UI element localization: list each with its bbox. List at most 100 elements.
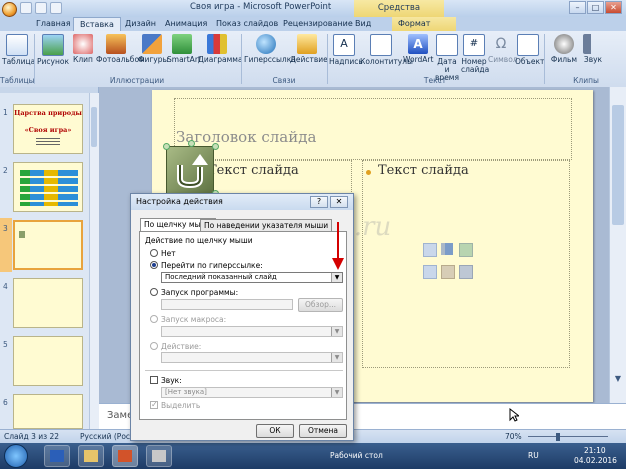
insert-textbox-button[interactable]: A Надпись — [329, 34, 363, 66]
tab-view[interactable]: Вид — [349, 17, 377, 31]
redo-icon[interactable] — [50, 2, 62, 14]
save-icon[interactable] — [20, 2, 32, 14]
slide-thumbnail-5[interactable] — [13, 336, 83, 386]
zoom-slider-thumb[interactable] — [556, 433, 560, 441]
smartart-icon — [172, 34, 192, 54]
slide-thumbnail-1[interactable]: Царства природы «Своя игра» — [13, 104, 83, 154]
object-action-select[interactable]: ▼ — [161, 352, 343, 363]
insert-chart-icon[interactable] — [441, 243, 453, 255]
insert-smartart-button[interactable]: SmartArt — [167, 34, 201, 64]
slide-title-placeholder[interactable]: Заголовок слайда — [176, 128, 316, 146]
insert-hyperlink-button[interactable]: Гиперссылка — [244, 34, 296, 64]
tab-animation[interactable]: Анимация — [159, 17, 213, 31]
browse-button[interactable]: Обзор... — [298, 298, 343, 312]
zoom-slider[interactable] — [528, 436, 608, 437]
folder-icon — [84, 450, 98, 462]
tab-format[interactable]: Формат — [392, 17, 456, 31]
language-tray[interactable]: RU — [528, 451, 539, 460]
dialog-close-button[interactable]: ✕ — [330, 196, 348, 208]
radio-hyperlink[interactable] — [150, 261, 158, 269]
cancel-button[interactable]: Отмена — [299, 424, 347, 438]
insert-table-icon[interactable] — [423, 243, 437, 257]
close-window-button[interactable]: ✕ — [605, 1, 622, 14]
slide-thumbnail-3-selected[interactable] — [13, 220, 83, 270]
insert-smartart-icon[interactable] — [459, 243, 473, 257]
office-button[interactable] — [2, 2, 17, 17]
sound-checkbox-label[interactable]: Звук: — [161, 376, 182, 385]
radio-run-macro[interactable] — [150, 315, 158, 323]
tab-insert[interactable]: Вставка — [73, 17, 121, 31]
sound-select[interactable]: [Нет звука] ▼ — [161, 387, 343, 398]
taskbar-app[interactable] — [146, 445, 172, 467]
undo-icon[interactable] — [35, 2, 47, 14]
minimize-button[interactable]: – — [569, 1, 586, 14]
insert-datetime-button[interactable]: Дата и время — [434, 34, 460, 82]
slide-number-icon: # — [463, 34, 485, 56]
maximize-button[interactable]: □ — [587, 1, 604, 14]
insert-media-icon[interactable] — [459, 265, 473, 279]
tab-design[interactable]: Дизайн — [119, 17, 162, 31]
hyperlink-target-select[interactable]: Последний показанный слайд ▼ — [161, 272, 343, 283]
clock-date[interactable]: 04.02.2016 — [574, 456, 617, 465]
annotation-arrow-icon — [332, 222, 344, 270]
chevron-down-icon[interactable]: ▼ — [331, 273, 342, 282]
taskbar-powerpoint[interactable] — [112, 445, 138, 467]
radio-run-program[interactable] — [150, 288, 158, 296]
tab-slideshow[interactable]: Показ слайдов — [210, 17, 284, 31]
start-button[interactable] — [4, 444, 28, 468]
insert-movie-button[interactable]: Фильм — [549, 34, 579, 64]
zoom-level[interactable]: 70% — [505, 432, 522, 441]
tab-review[interactable]: Рецензирование — [277, 17, 359, 31]
chevron-down-icon[interactable]: ▼ — [612, 373, 624, 385]
insert-table-button[interactable]: Таблица — [2, 34, 35, 66]
insert-slide-number-button[interactable]: # Номер слайда — [461, 34, 489, 74]
main-scrollbar[interactable]: ▼ — [609, 87, 626, 403]
help-button[interactable]: ? — [310, 196, 328, 208]
chevron-down-icon[interactable]: ▼ — [331, 388, 342, 397]
tab-on-hover[interactable]: По наведении указателя мыши — [200, 219, 333, 231]
insert-wordart-button[interactable]: A WordArt — [403, 34, 433, 64]
left-content-text[interactable]: Текст слайда — [208, 163, 299, 178]
chevron-down-icon[interactable]: ▼ — [331, 353, 342, 362]
ok-button[interactable]: ОК — [256, 424, 294, 438]
insert-clipart-icon[interactable] — [441, 265, 455, 279]
program-path-input[interactable] — [161, 299, 293, 310]
insert-picture-button[interactable]: Рисунок — [37, 34, 69, 66]
slides-pane-scrollbar[interactable] — [89, 93, 99, 429]
slide-number-4: 4 — [3, 282, 8, 291]
resize-handle[interactable] — [163, 143, 170, 150]
insert-header-footer-button[interactable]: Колонтитулы — [360, 34, 413, 66]
insert-symbol-button[interactable]: Ω Символ — [488, 34, 518, 64]
slide-thumbnail-6[interactable] — [13, 394, 83, 429]
insert-action-button[interactable]: Действие — [290, 34, 328, 64]
slide-counter: Слайд 3 из 22 — [4, 432, 60, 441]
radio-run-program-label[interactable]: Запуск программы: — [161, 288, 238, 297]
radio-none-label[interactable]: Нет — [161, 249, 176, 258]
insert-photoalbum-button[interactable]: Фотоальбом — [96, 34, 145, 64]
insert-clip-button[interactable]: Клип — [72, 34, 94, 64]
insert-shapes-button[interactable]: Фигуры — [138, 34, 168, 64]
resize-handle[interactable] — [212, 143, 219, 150]
drawing-tools-context-title: Средства рисования — [354, 0, 444, 30]
divider — [145, 370, 343, 371]
resize-handle[interactable] — [188, 140, 195, 147]
clock-time[interactable]: 21:10 — [584, 446, 606, 455]
radio-hyperlink-label[interactable]: Перейти по гиперссылке: — [161, 261, 263, 270]
right-content-text[interactable]: Текст слайда — [378, 163, 469, 178]
taskbar-word[interactable] — [44, 445, 70, 467]
slide-thumbnail-2[interactable] — [13, 162, 83, 212]
sound-checkbox[interactable] — [150, 376, 158, 384]
insert-chart-button[interactable]: Диаграмма — [198, 34, 243, 64]
insert-object-button[interactable]: Объект — [515, 34, 544, 66]
insert-picture-icon[interactable] — [423, 265, 437, 279]
taskbar-explorer[interactable] — [78, 445, 104, 467]
slide-thumbnail-4[interactable] — [13, 278, 83, 328]
radio-object-action[interactable] — [150, 342, 158, 350]
macro-select[interactable]: ▼ — [161, 326, 343, 337]
tab-home[interactable]: Главная — [30, 17, 77, 31]
desktop-toolbar-label[interactable]: Рабочий стол — [330, 451, 383, 460]
chevron-down-icon[interactable]: ▼ — [331, 327, 342, 336]
insert-sound-button[interactable]: Звук — [580, 34, 606, 64]
radio-none[interactable] — [150, 249, 158, 257]
action-button-shape[interactable] — [166, 146, 214, 194]
